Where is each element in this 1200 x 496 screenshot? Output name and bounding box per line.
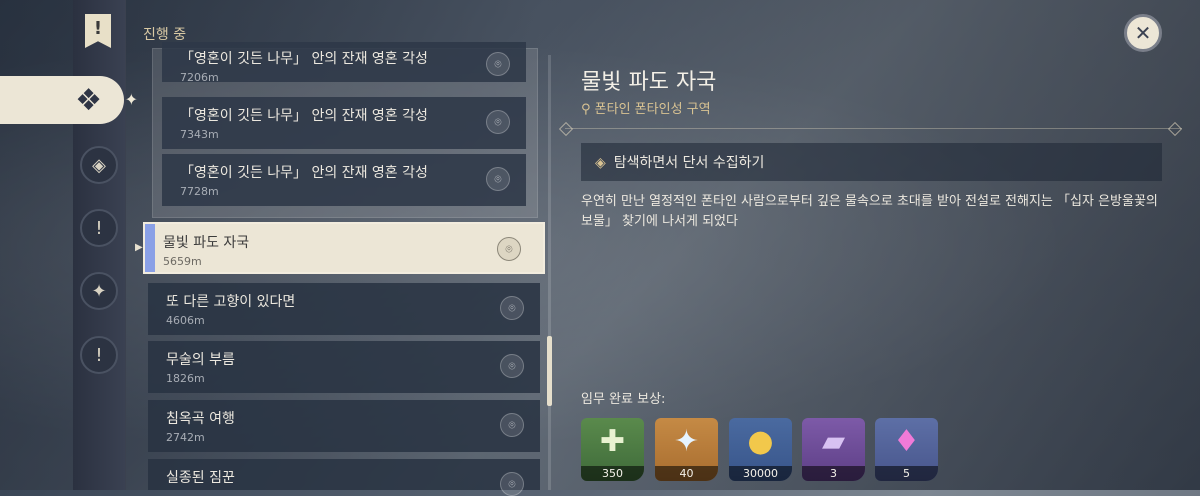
map-pin-icon[interactable]: ⌾ <box>486 52 510 76</box>
map-pin-icon[interactable]: ⌾ <box>500 472 524 496</box>
scrollbar-track[interactable] <box>548 55 551 490</box>
section-title: 진행 중 <box>143 27 187 43</box>
map-pin-icon[interactable]: ⌾ <box>500 296 524 320</box>
quest-name: 「영혼이 깃든 나무」 안의 잔재 영혼 각성 <box>180 51 428 67</box>
heros-wit-book-icon: ▰ <box>821 424 846 459</box>
quest-distance: 5659m <box>163 255 202 268</box>
list-item[interactable]: 「영혼이 깃든 나무」 안의 잔재 영혼 각성 7343m ⌾ <box>162 97 526 149</box>
sidebar-item-quests[interactable]: ❖ ✦ <box>0 76 138 124</box>
selection-arrow-icon: ▶ <box>135 242 143 253</box>
archon-quest-icon: ◈ <box>92 154 106 176</box>
exclamation-icon: ! <box>95 344 103 366</box>
scrollbar-thumb[interactable] <box>547 336 552 406</box>
objective-diamond-icon: ◈ <box>595 155 606 171</box>
primogem-icon: ✦ <box>673 424 700 459</box>
sidebar-item-story[interactable]: ! <box>80 209 118 247</box>
quest-name: 「영혼이 깃든 나무」 안의 잔재 영혼 각성 <box>180 165 428 181</box>
reward-count: 5 <box>875 466 938 481</box>
quest-location: ⚲ 폰타인 폰타인성 구역 <box>581 98 711 117</box>
list-item[interactable]: 침옥곡 여행 2742m ⌾ <box>148 400 540 452</box>
map-pin-icon[interactable]: ⌾ <box>497 237 521 261</box>
reward-heros-wit[interactable]: ▰ 3 <box>802 418 865 481</box>
list-item[interactable]: 「영혼이 깃든 나무」 안의 잔재 영혼 각성 7206m ⌾ <box>162 42 526 84</box>
objective-text: 탐색하면서 단서 수집하기 <box>613 155 765 171</box>
objective-box: ◈ 탐색하면서 단서 수집하기 <box>581 143 1162 181</box>
mora-icon: ● <box>747 424 774 459</box>
reward-mora[interactable]: ● 30000 <box>729 418 792 481</box>
reward-count: 30000 <box>729 466 792 481</box>
adventure-exp-icon: ✚ <box>599 424 626 459</box>
quest-name: 무술의 부름 <box>166 352 235 368</box>
mystic-ore-crystal-icon: ♦ <box>893 424 920 459</box>
location-pin-icon: ⚲ <box>581 102 591 117</box>
reward-label: 임무 완료 보상: <box>581 392 666 407</box>
exclamation-icon: ! <box>95 217 103 239</box>
reward-adventure-exp[interactable]: ✚ 350 <box>581 418 644 481</box>
quest-distance: 2742m <box>166 431 205 444</box>
sidebar-item-world[interactable]: ✦ <box>80 272 118 310</box>
map-pin-icon[interactable]: ⌾ <box>486 110 510 134</box>
close-button[interactable]: ✕ <box>1124 14 1162 52</box>
close-icon: ✕ <box>1134 21 1152 45</box>
quest-title: 물빛 파도 자국 <box>581 70 717 95</box>
quest-diamond-icon: ❖ <box>75 82 102 118</box>
sidebar-item-archon[interactable]: ◈ <box>80 146 118 184</box>
reward-primogem[interactable]: ✦ 40 <box>655 418 718 481</box>
quest-distance: 1826m <box>166 372 205 385</box>
quest-name: 「영혼이 깃든 나무」 안의 잔재 영혼 각성 <box>180 108 428 124</box>
location-text: 폰타인 폰타인성 구역 <box>594 102 711 117</box>
list-item[interactable]: 실종된 짐꾼 ⌾ <box>148 459 540 496</box>
quest-name: 물빛 파도 자국 <box>163 235 250 251</box>
divider <box>565 128 1182 129</box>
selection-bar <box>145 224 155 272</box>
quest-name: 실종된 짐꾼 <box>166 470 235 486</box>
quest-distance: 7728m <box>180 185 219 198</box>
list-item[interactable]: 또 다른 고향이 있다면 4606m ⌾ <box>148 283 540 335</box>
map-pin-icon[interactable]: ⌾ <box>500 354 524 378</box>
quest-distance: 7206m <box>180 71 219 84</box>
quest-distance: 7343m <box>180 128 219 141</box>
list-item[interactable]: 「영혼이 깃든 나무」 안의 잔재 영혼 각성 7728m ⌾ <box>162 154 526 206</box>
quest-name: 또 다른 고향이 있다면 <box>166 294 296 310</box>
compass-icon: ✦ <box>91 280 107 302</box>
reward-count: 40 <box>655 466 718 481</box>
sidebar-item-commission[interactable]: ! <box>80 336 118 374</box>
sparkle-icon: ✦ <box>124 90 138 109</box>
reward-count: 350 <box>581 466 644 481</box>
list-item-selected[interactable]: 물빛 파도 자국 5659m ⌾ <box>143 222 545 274</box>
reward-count: 3 <box>802 466 865 481</box>
map-pin-icon[interactable]: ⌾ <box>500 413 524 437</box>
list-item[interactable]: 무술의 부름 1826m ⌾ <box>148 341 540 393</box>
quest-description: 우연히 만난 열정적인 폰타인 사람으로부터 깊은 물속으로 초대를 받아 전설… <box>581 194 1158 229</box>
quest-name: 침옥곡 여행 <box>166 411 235 427</box>
reward-mystic-ore[interactable]: ♦ 5 <box>875 418 938 481</box>
quest-distance: 4606m <box>166 314 205 327</box>
map-pin-icon[interactable]: ⌾ <box>486 167 510 191</box>
